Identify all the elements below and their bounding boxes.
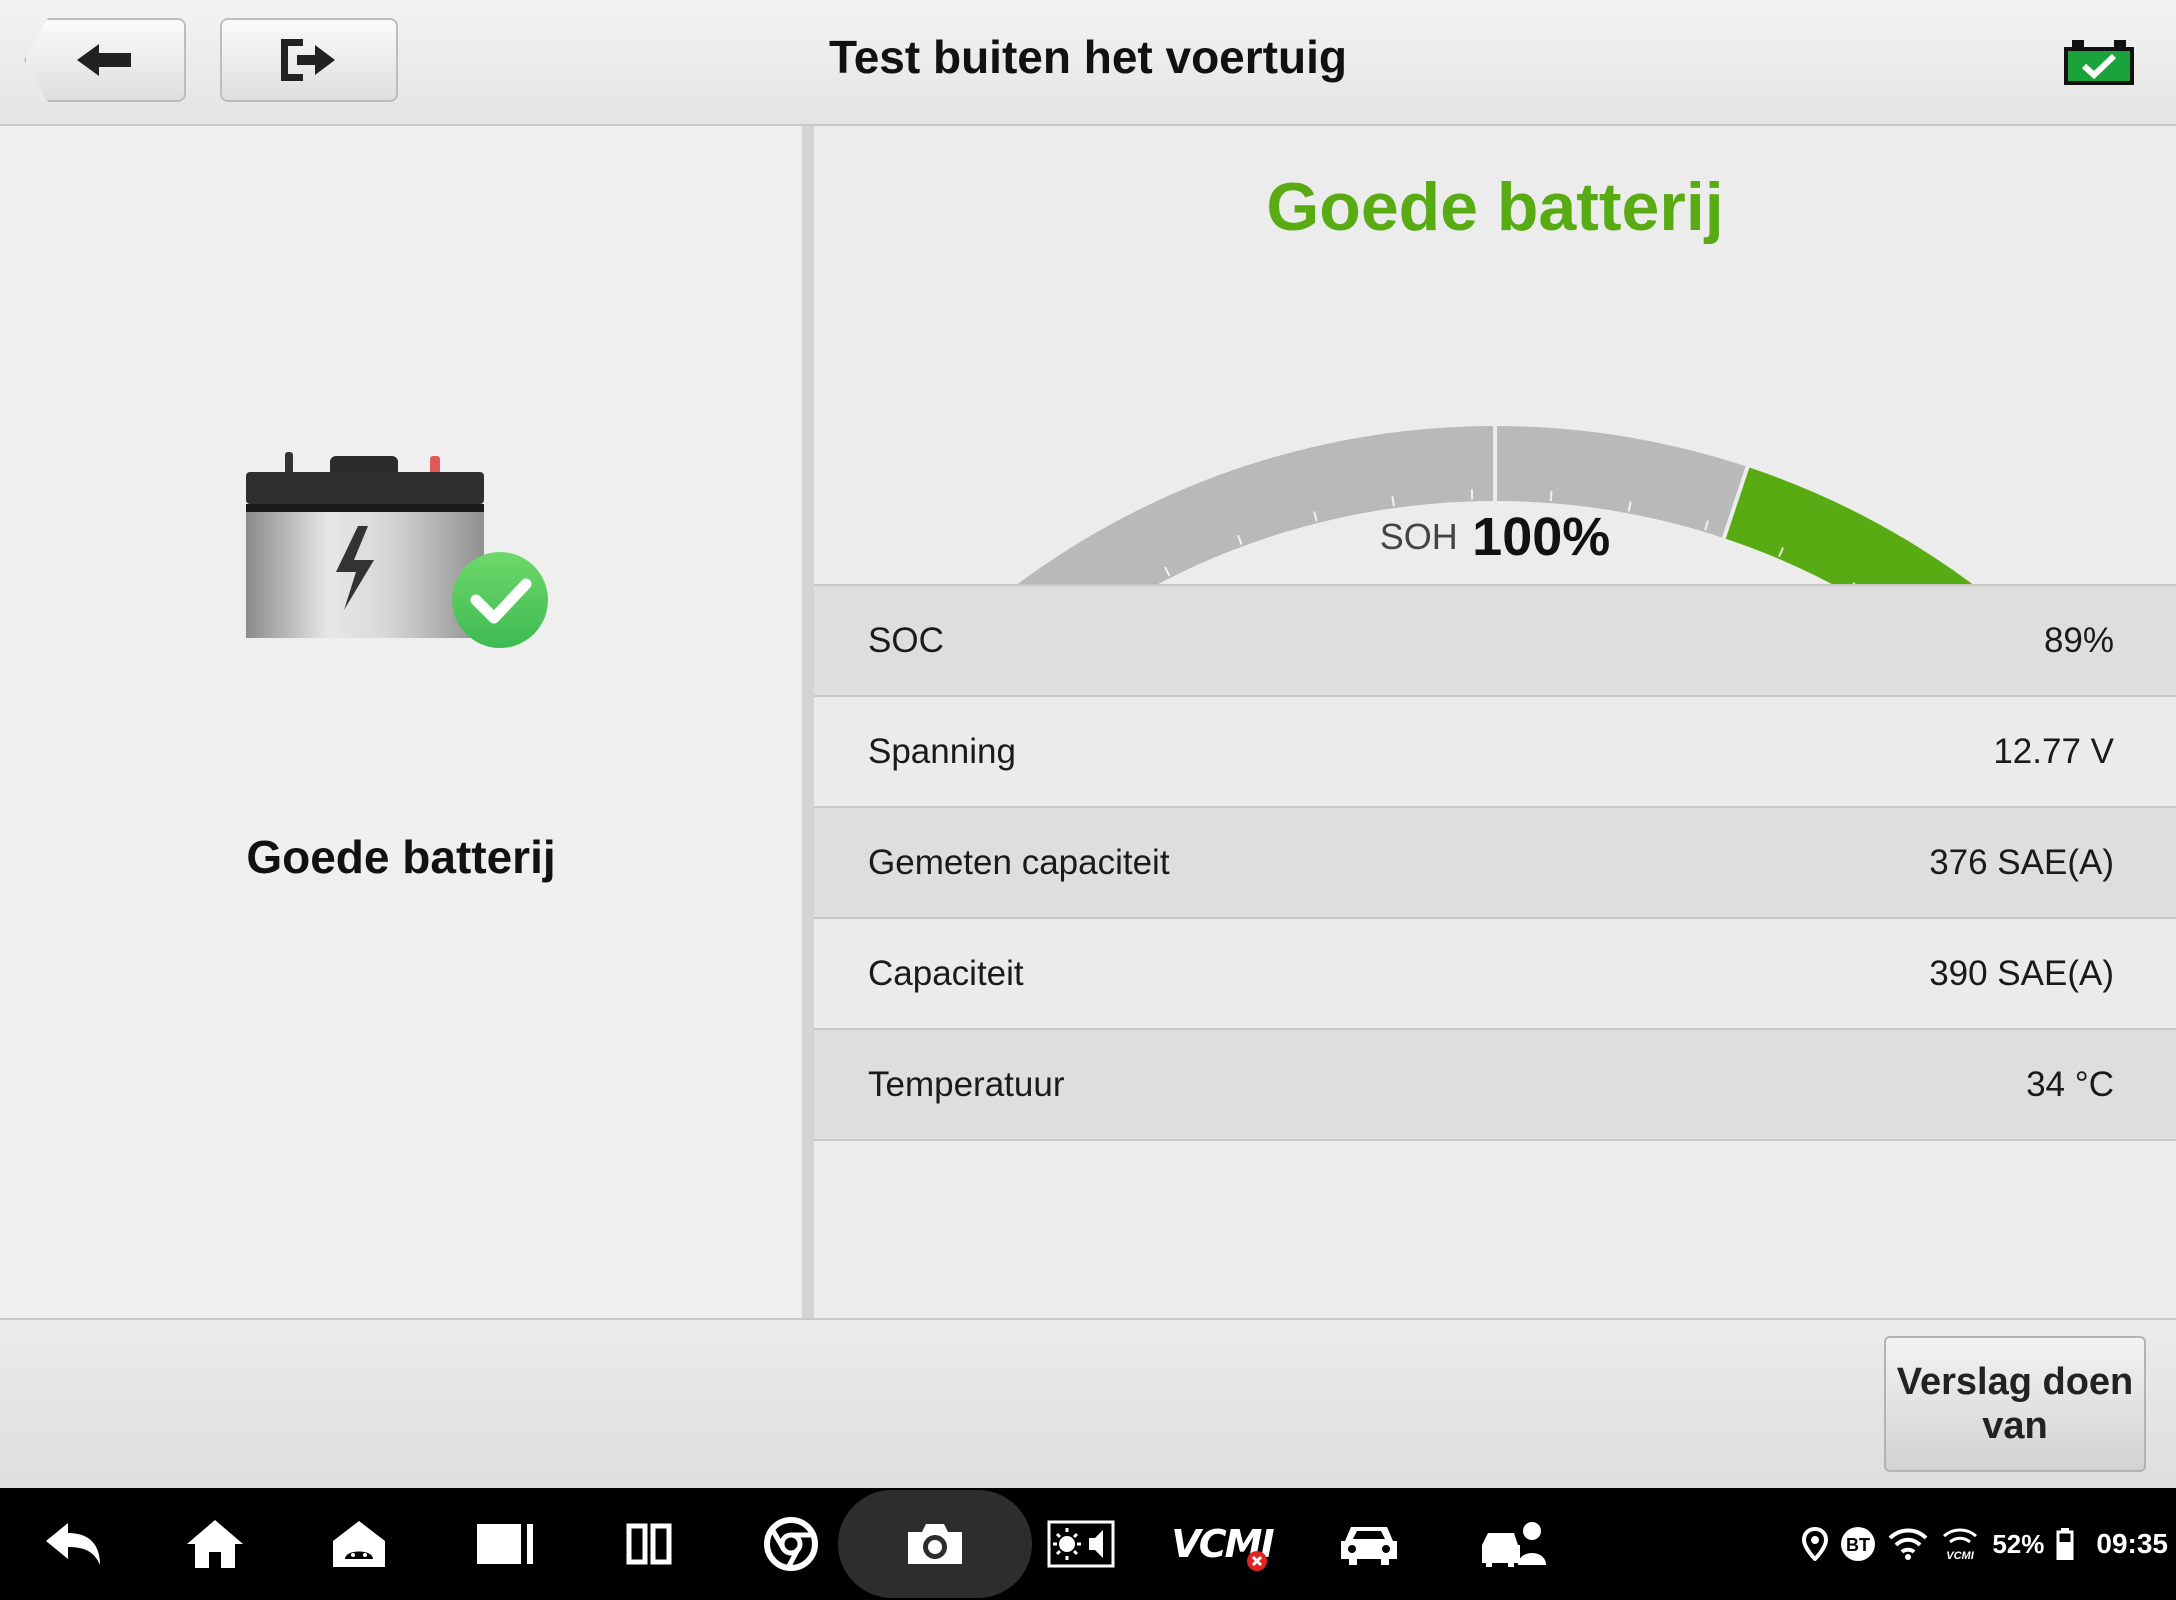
row-label: Spanning [868,731,1016,771]
row-label: SOC [868,620,944,660]
nav-split-screen-button[interactable] [614,1514,684,1574]
results-table: SOC 89% Spanning 12.77 V Gemeten capacit… [814,584,2176,1141]
panel-divider [802,126,814,1318]
table-row-soc: SOC 89% [814,586,2176,697]
row-label: Capaciteit [868,953,1024,993]
vcmi-small-label: VCMI [1947,1550,1975,1562]
table-row-measured-capacity: Gemeten capaciteit 376 SAE(A) [814,808,2176,919]
bluetooth-icon: BT [1841,1527,1876,1561]
battery-check-icon [246,452,548,648]
report-button-line2: van [1982,1405,2048,1447]
home-icon [187,1520,243,1568]
status-bar: BT VCMI 52% 09:35 [1802,1518,2168,1570]
camera-icon [908,1524,962,1564]
left-panel: Goede batterij [0,126,802,1318]
car-service-icon [1482,1522,1546,1567]
gauge-tick [1549,491,1553,502]
recent-apps-icon [477,1524,533,1564]
result-title: Goede batterij [1266,169,1724,245]
battery-icon [2056,1528,2074,1560]
soh-readout: SOH 100% [814,506,2176,568]
soh-label: SOH [1379,516,1458,557]
row-value: 390 SAE(A) [1929,953,2114,993]
nav-browser-button[interactable] [756,1514,826,1574]
clock: 09:35 [2096,1528,2168,1559]
table-row-capacity: Capaciteit 390 SAE(A) [814,919,2176,1030]
back-icon [46,1523,100,1565]
nav-android-home-button[interactable] [324,1514,394,1574]
table-row-temperature: Temperatuur 34 °C [814,1030,2176,1141]
system-navbar: VCMI BT VCMI 52% 09:35 [0,1488,2176,1600]
nav-vcmi-button[interactable]: VCMI [1171,1514,1275,1574]
report-button-line1: Verslag doen [1896,1361,2134,1403]
right-panel: Goede batterij SOH 100% SOC 89% Spanning… [814,126,2176,1318]
page-title: Test buiten het voertuig [829,31,1347,83]
nav-camera-button[interactable] [900,1514,970,1574]
row-value: 34 °C [2026,1064,2114,1104]
table-row-voltage: Spanning 12.77 V [814,697,2176,808]
nav-brightness-volume-button[interactable] [1046,1514,1116,1574]
bt-label: BT [1846,1535,1870,1555]
nav-recent-apps-button[interactable] [470,1514,540,1574]
nav-service-button[interactable] [1478,1514,1548,1574]
nav-home-button[interactable] [180,1514,250,1574]
soh-value: 100% [1472,507,1611,567]
row-value: 89% [2043,620,2114,660]
title-bar: Test buiten het voertuig [0,0,2176,126]
brightness-volume-icon [1047,1520,1115,1568]
row-label: Gemeten capaciteit [868,842,1170,882]
row-label: Temperatuur [868,1064,1065,1104]
nav-back-button[interactable] [38,1514,108,1574]
gauge-tick [1391,496,1395,507]
battery-ok-icon [2064,40,2134,85]
wifi-icon [1888,1528,1928,1560]
split-screen-icon [626,1523,672,1565]
battery-percent: 52% [1992,1528,2045,1559]
chrome-icon [764,1517,818,1571]
location-icon [1802,1527,1829,1561]
car-icon [1341,1527,1397,1565]
row-value: 376 SAE(A) [1929,842,2114,882]
vcmi-wifi-icon: VCMI [1943,1528,1978,1562]
action-bar: Verslag doen van [0,1318,2176,1490]
nav-vehicle-button[interactable] [1334,1514,1404,1574]
report-button[interactable]: Verslag doen van [1884,1336,2146,1472]
android-home-icon [333,1521,385,1567]
row-value: 12.77 V [1993,731,2114,771]
disconnected-badge-icon [1247,1551,1267,1571]
battery-status-text: Goede batterij [246,831,556,883]
